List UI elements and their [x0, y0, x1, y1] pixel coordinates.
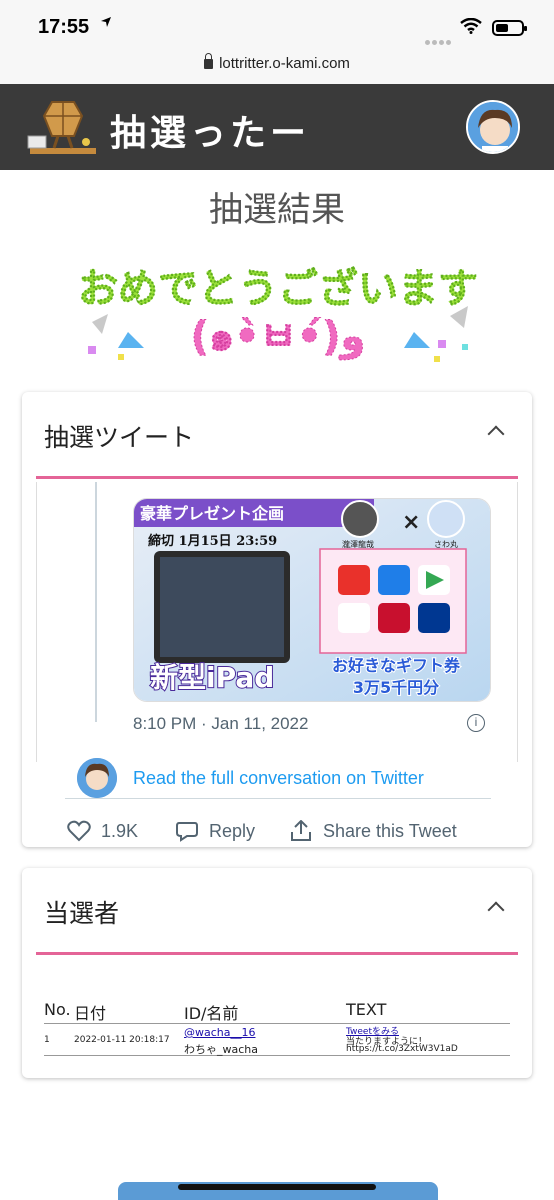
user-avatar[interactable]	[466, 100, 520, 154]
winners-card-title: 当選者	[44, 899, 120, 928]
heart-icon	[67, 820, 91, 842]
status-time: 17:55	[38, 16, 90, 38]
promo-product: 新型iPad	[150, 661, 274, 694]
winners-card-divider	[36, 952, 518, 955]
info-icon[interactable]: i	[467, 714, 485, 732]
tweet-card-title: 抽選ツイート	[44, 423, 195, 452]
reply-button[interactable]: Reply	[175, 820, 255, 842]
signal-dots-icon	[425, 30, 453, 49]
promo-banner: 豪華プレゼント企画	[140, 504, 284, 523]
battery-icon	[492, 20, 527, 36]
tweet-card-header[interactable]: 抽選ツイート	[22, 392, 532, 476]
like-button[interactable]: 1.9K	[67, 820, 138, 842]
lottery-drum-icon[interactable]	[24, 96, 102, 158]
avatar-face-icon	[468, 102, 518, 152]
home-indicator	[178, 1184, 376, 1190]
winners-card-header[interactable]: 当選者	[22, 868, 532, 952]
col-no: No.	[44, 1000, 71, 1019]
reply-icon	[176, 822, 198, 842]
status-bar: 17:55	[0, 0, 554, 52]
winner-id-link[interactable]: @wacha__16	[184, 1026, 256, 1039]
tweet-divider	[65, 798, 491, 799]
winners-card: 当選者 No. 日付 ID/名前 TEXT 1 2022-01-11 20:18…	[22, 868, 532, 1078]
tweet-card: 抽選ツイート 豪華プレゼント企画 締切 1月15日 23:59 × 瀧澤龍哉 さ…	[22, 392, 532, 847]
share-button[interactable]: Share this Tweet	[289, 819, 457, 842]
promo-cross: ×	[402, 510, 420, 535]
promo-image: 豪華プレゼント企画 締切 1月15日 23:59 × 瀧澤龍哉 さわ丸 新型iP…	[134, 499, 490, 701]
table-header: No. 日付 ID/名前 TEXT	[44, 998, 510, 1024]
tweet-card-divider	[36, 476, 518, 479]
row-date: 2022-01-11 20:18:17	[74, 1035, 170, 1045]
embedded-tweet: 豪華プレゼント企画 締切 1月15日 23:59 × 瀧澤龍哉 さわ丸 新型iP…	[36, 482, 518, 842]
tweet-author-avatar[interactable]	[77, 758, 117, 798]
thread-line	[95, 482, 97, 722]
promo-person1: 瀧澤龍哉	[342, 539, 374, 549]
reply-label: Reply	[209, 821, 256, 841]
site-title[interactable]: 抽選ったー	[110, 104, 310, 156]
tweet-timestamp[interactable]: 8:10 PM · Jan 11, 2022	[133, 714, 308, 734]
share-label: Share this Tweet	[323, 821, 457, 841]
promo-gift1: お好きなギフト券	[332, 656, 461, 675]
winners-table: No. 日付 ID/名前 TEXT 1 2022-01-11 20:18:17 …	[44, 998, 510, 1056]
share-icon	[291, 819, 311, 841]
site-header: 抽選ったー	[0, 84, 554, 170]
lock-icon	[204, 53, 214, 69]
winner-tweet-url: https://t.co/3ZxtW3V1aD	[346, 1044, 458, 1054]
promo-deadline: 締切 1月15日 23:59	[148, 533, 277, 549]
avatar-face-icon	[77, 758, 117, 798]
address-bar[interactable]: lottritter.o-kami.com	[0, 52, 554, 84]
page-title: 抽選結果	[209, 190, 345, 230]
wifi-icon	[460, 18, 482, 34]
congratulations-banner: おめでとうございます (๑•̀ㅂ•́)و	[78, 266, 478, 362]
url-text: lottritter.o-kami.com	[219, 55, 350, 72]
chevron-up-icon[interactable]	[487, 901, 505, 919]
tweet-image[interactable]: 豪華プレゼント企画 締切 1月15日 23:59 × 瀧澤龍哉 さわ丸 新型iP…	[133, 498, 491, 702]
row-no: 1	[44, 1035, 50, 1045]
chevron-up-icon[interactable]	[487, 425, 505, 443]
col-id-name: ID/名前	[184, 1004, 239, 1023]
read-conversation-link[interactable]: Read the full conversation on Twitter	[133, 768, 424, 789]
promo-gift2: 3万5千円分	[353, 678, 439, 697]
congrats-emoticon: (๑•̀ㅂ•́)و	[191, 314, 366, 360]
col-text: TEXT	[346, 1000, 387, 1019]
congrats-text: おめでとうございます	[78, 266, 478, 312]
like-count: 1.9K	[101, 821, 139, 841]
winner-name: わちゃ_wacha	[184, 1043, 258, 1056]
table-row: 1 2022-01-11 20:18:17 @wacha__16 わちゃ_wac…	[44, 1024, 510, 1056]
col-date: 日付	[74, 1004, 107, 1023]
promo-person2: さわ丸	[434, 539, 458, 549]
location-arrow-icon	[101, 17, 111, 27]
